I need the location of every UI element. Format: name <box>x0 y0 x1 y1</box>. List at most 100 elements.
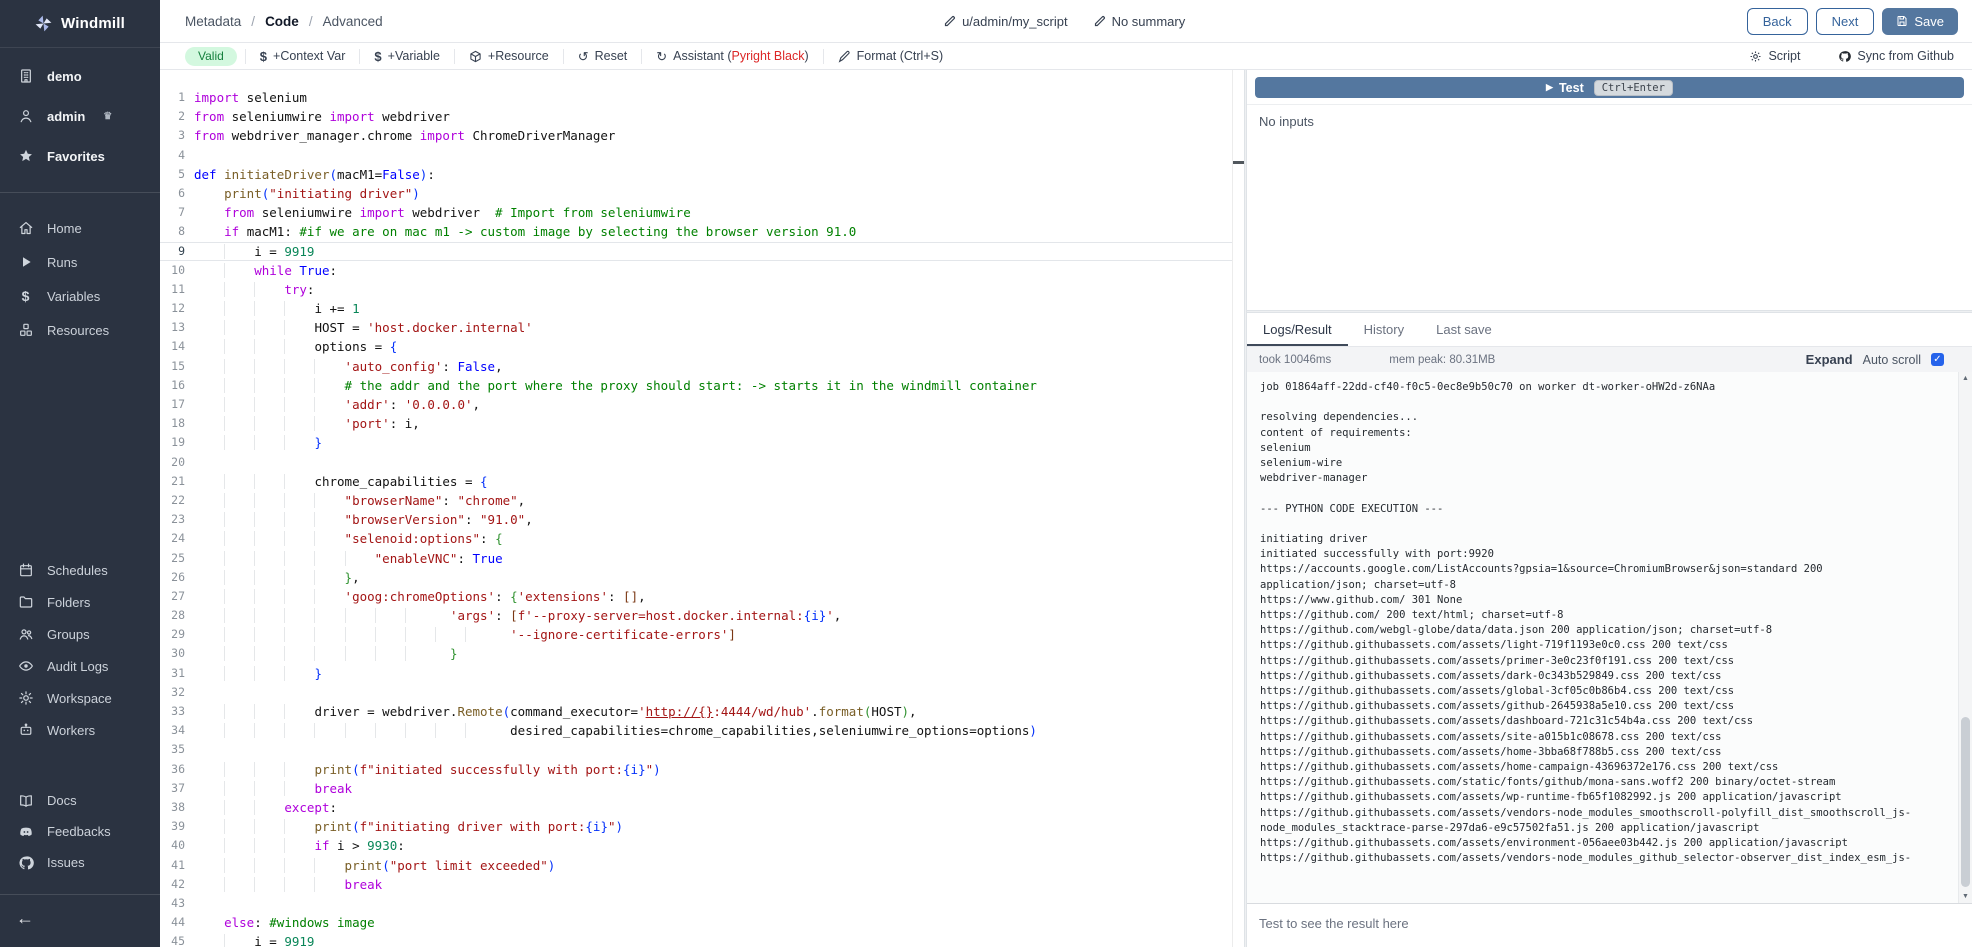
autoscroll-checkbox[interactable]: ✓ <box>1931 353 1944 366</box>
script-kind-button[interactable]: Script <box>1749 49 1800 63</box>
code-line[interactable]: 12 i += 1 <box>160 299 1244 318</box>
sidebar-collapse-button[interactable]: ← <box>16 908 34 929</box>
sidebar-item-home[interactable]: Home <box>0 211 160 245</box>
sidebar-item-variables[interactable]: $Variables <box>0 279 160 313</box>
code-line[interactable]: 36 print(f"initiated successfully with p… <box>160 760 1244 779</box>
sidebar-item-resources[interactable]: Resources <box>0 313 160 347</box>
code-line[interactable]: 10 while True: <box>160 261 1244 280</box>
code-line[interactable]: 38 except: <box>160 798 1244 817</box>
sidebar-item-audit-logs[interactable]: Audit Logs <box>0 650 160 682</box>
format-button[interactable]: Format (Ctrl+S) <box>824 43 957 69</box>
scroll-up-arrow[interactable]: ▲ <box>1959 375 1972 382</box>
log-output: job 01864aff-22dd-cf40-f0c5-0ec8e9b50c70… <box>1247 372 1972 875</box>
code-line[interactable]: 6 print("initiating driver") <box>160 184 1244 203</box>
code-line[interactable]: 4 <box>160 146 1244 165</box>
tab-logs-result[interactable]: Logs/Result <box>1247 313 1348 346</box>
tab-code[interactable]: Code <box>265 14 299 29</box>
code-line[interactable]: 11 try: <box>160 280 1244 299</box>
reset-button[interactable]: ↺ Reset <box>564 43 642 69</box>
sidebar-item-runs[interactable]: Runs <box>0 245 160 279</box>
code-line[interactable]: 31 } <box>160 664 1244 683</box>
sync-from-github-button[interactable]: Sync from Github <box>1838 49 1954 63</box>
code-line[interactable]: 13 HOST = 'host.docker.internal' <box>160 318 1244 337</box>
code-line[interactable]: 27 'goog:chromeOptions': {'extensions': … <box>160 587 1244 606</box>
code-line[interactable]: 20 <box>160 453 1244 472</box>
tab-history[interactable]: History <box>1348 313 1420 346</box>
tab-advanced[interactable]: Advanced <box>323 14 383 29</box>
code-line[interactable]: 45 i = 9919 <box>160 932 1244 947</box>
add-resource-button[interactable]: +Resource <box>455 43 563 69</box>
code-line[interactable]: 44 else: #windows image <box>160 913 1244 932</box>
code-editor[interactable]: 1import selenium2from seleniumwire impor… <box>160 70 1244 947</box>
scrollbar-thumb[interactable] <box>1961 717 1970 887</box>
code-line[interactable]: 23 "browserVersion": "91.0", <box>160 510 1244 529</box>
sidebar-item-groups[interactable]: Groups <box>0 618 160 650</box>
code-line[interactable]: 30 } <box>160 644 1244 663</box>
code-line[interactable]: 32 <box>160 683 1244 702</box>
sidebar-item-label: Docs <box>47 793 77 808</box>
code-line[interactable]: 18 'port': i, <box>160 414 1244 433</box>
assistant-button[interactable]: ↻ Assistant (Pyright Black) <box>642 43 822 69</box>
sidebar-item-schedules[interactable]: Schedules <box>0 554 160 586</box>
editor-scrollbar[interactable] <box>1232 70 1244 947</box>
sidebar-item-admin[interactable]: admin♛ <box>0 96 160 136</box>
sidebar-item-folders[interactable]: Folders <box>0 586 160 618</box>
code-line[interactable]: 42 break <box>160 875 1244 894</box>
back-button[interactable]: Back <box>1747 8 1808 35</box>
add-variable-button[interactable]: $ +Variable <box>360 43 453 69</box>
code-line[interactable]: 25 "enableVNC": True <box>160 549 1244 568</box>
sidebar-item-favorites[interactable]: Favorites <box>0 136 160 176</box>
tab-metadata[interactable]: Metadata <box>185 14 241 29</box>
tab-last-save[interactable]: Last save <box>1420 313 1508 346</box>
code-line[interactable]: 22 "browserName": "chrome", <box>160 491 1244 510</box>
code-line[interactable]: 29 '--ignore-certificate-errors'] <box>160 625 1244 644</box>
line-number: 20 <box>164 453 185 472</box>
code-line[interactable]: 26 }, <box>160 568 1244 587</box>
code-text: print(f"initiating driver with port:{i}"… <box>194 817 623 836</box>
code-line[interactable]: 40 if i > 9930: <box>160 836 1244 855</box>
pencil-icon <box>1094 15 1106 27</box>
expand-button[interactable]: Expand <box>1806 352 1853 367</box>
scroll-down-arrow[interactable]: ▼ <box>1959 893 1972 900</box>
code-line[interactable]: 34 desired_capabilities=chrome_capabilit… <box>160 721 1244 740</box>
code-line[interactable]: 3from webdriver_manager.chrome import Ch… <box>160 126 1244 145</box>
code-line[interactable]: 1import selenium <box>160 88 1244 107</box>
code-line[interactable]: 35 <box>160 740 1244 759</box>
code-line[interactable]: 8 if macM1: #if we are on mac m1 -> cust… <box>160 222 1244 241</box>
code-line[interactable]: 24 "selenoid:options": { <box>160 529 1244 548</box>
sidebar-item-demo[interactable]: demo <box>0 56 160 96</box>
code-line[interactable]: 19 } <box>160 433 1244 452</box>
log-area[interactable]: job 01864aff-22dd-cf40-f0c5-0ec8e9b50c70… <box>1247 372 1972 903</box>
sidebar-item-feedbacks[interactable]: Feedbacks <box>0 816 160 847</box>
code-line[interactable]: 43 <box>160 894 1244 913</box>
code-line[interactable]: 39 print(f"initiating driver with port:{… <box>160 817 1244 836</box>
sidebar-item-docs[interactable]: Docs <box>0 785 160 816</box>
code-line[interactable]: 41 print("port limit exceeded") <box>160 856 1244 875</box>
line-number: 12 <box>164 299 185 318</box>
log-scrollbar[interactable]: ▲ ▼ <box>1958 372 1972 903</box>
code-line[interactable]: 15 'auto_config': False, <box>160 357 1244 376</box>
code-line[interactable]: 16 # the addr and the port where the pro… <box>160 376 1244 395</box>
test-button[interactable]: ▶ Test Ctrl+Enter <box>1255 77 1964 98</box>
sidebar-item-workers[interactable]: Workers <box>0 714 160 746</box>
sidebar-item-issues[interactable]: Issues <box>0 847 160 878</box>
windmill-logo[interactable]: Windmill <box>0 0 160 48</box>
code-line[interactable]: 33 driver = webdriver.Remote(command_exe… <box>160 702 1244 721</box>
assistant-engine-label: Pyright Black <box>732 49 805 63</box>
code-line[interactable]: 5def initiateDriver(macM1=False): <box>160 165 1244 184</box>
code-text: break <box>194 779 352 798</box>
code-line[interactable]: 37 break <box>160 779 1244 798</box>
add-context-var-button[interactable]: $ +Context Var <box>246 43 360 69</box>
script-summary[interactable]: No summary <box>1094 14 1186 29</box>
code-line[interactable]: 9 i = 9919 <box>160 242 1244 261</box>
script-path[interactable]: u/admin/my_script <box>944 14 1067 29</box>
code-line[interactable]: 14 options = { <box>160 337 1244 356</box>
code-line[interactable]: 21 chrome_capabilities = { <box>160 472 1244 491</box>
code-line[interactable]: 7 from seleniumwire import webdriver # I… <box>160 203 1244 222</box>
save-button[interactable]: Save <box>1882 8 1958 35</box>
code-line[interactable]: 2from seleniumwire import webdriver <box>160 107 1244 126</box>
code-line[interactable]: 17 'addr': '0.0.0.0', <box>160 395 1244 414</box>
sidebar-item-workspace[interactable]: Workspace <box>0 682 160 714</box>
next-button[interactable]: Next <box>1816 8 1875 35</box>
code-line[interactable]: 28 'args': [f'--proxy-server=host.docker… <box>160 606 1244 625</box>
